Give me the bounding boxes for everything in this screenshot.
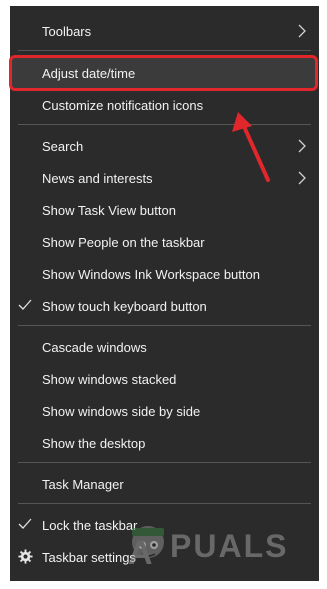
menu-item-show-task-view[interactable]: Show Task View button	[10, 195, 319, 225]
svg-text:PUALS: PUALS	[170, 528, 288, 564]
menu-item-label: Adjust date/time	[42, 65, 136, 81]
menu-item-windows-side-by-side[interactable]: Show windows side by side	[10, 396, 319, 426]
menu-item-show-people[interactable]: Show People on the taskbar	[10, 227, 319, 257]
menu-item-label: Customize notification icons	[42, 97, 204, 113]
menu-item-label: Show People on the taskbar	[42, 234, 205, 250]
menu-item-windows-stacked[interactable]: Show windows stacked	[10, 364, 319, 394]
menu-item-label: Task Manager	[42, 476, 124, 492]
menu-item-cascade-windows[interactable]: Cascade windows	[10, 332, 319, 362]
menu-item-label: Show Task View button	[42, 202, 176, 218]
menu-item-label: Show the desktop	[42, 435, 146, 451]
menu-item-label: Show windows stacked	[42, 371, 177, 387]
menu-separator	[18, 462, 311, 463]
menu-item-task-manager[interactable]: Task Manager	[10, 469, 319, 499]
chevron-right-icon	[298, 24, 306, 38]
menu-item-label: Show windows side by side	[42, 403, 201, 419]
svg-text:A: A	[128, 534, 154, 572]
menu-item-label: Toolbars	[42, 23, 92, 39]
menu-separator	[18, 325, 311, 326]
menu-item-show-desktop[interactable]: Show the desktop	[10, 428, 319, 458]
taskbar-context-menu: Toolbars Adjust date/time Customize noti…	[9, 6, 319, 581]
menu-item-label: Search	[42, 138, 84, 154]
menu-separator	[18, 50, 311, 51]
checkmark-icon	[18, 299, 32, 310]
menu-item-show-windows-ink[interactable]: Show Windows Ink Workspace button	[10, 259, 319, 289]
menu-separator	[18, 503, 311, 504]
menu-item-label: Show touch keyboard button	[42, 298, 207, 314]
checkmark-icon	[18, 518, 32, 529]
menu-item-label: News and interests	[42, 170, 153, 186]
menu-item-label: Show Windows Ink Workspace button	[42, 266, 260, 282]
menu-item-show-touch-keyboard[interactable]: Show touch keyboard button	[10, 291, 319, 321]
menu-item-adjust-datetime[interactable]: Adjust date/time	[9, 55, 318, 91]
annotation-arrow-icon	[232, 112, 270, 182]
gear-icon	[18, 549, 33, 564]
chevron-right-icon	[298, 171, 306, 185]
menu-item-toolbars[interactable]: Toolbars	[10, 16, 319, 46]
chevron-right-icon	[298, 139, 306, 153]
menu-item-label: Cascade windows	[42, 339, 147, 355]
watermark-logo: A PUALS	[128, 526, 288, 572]
